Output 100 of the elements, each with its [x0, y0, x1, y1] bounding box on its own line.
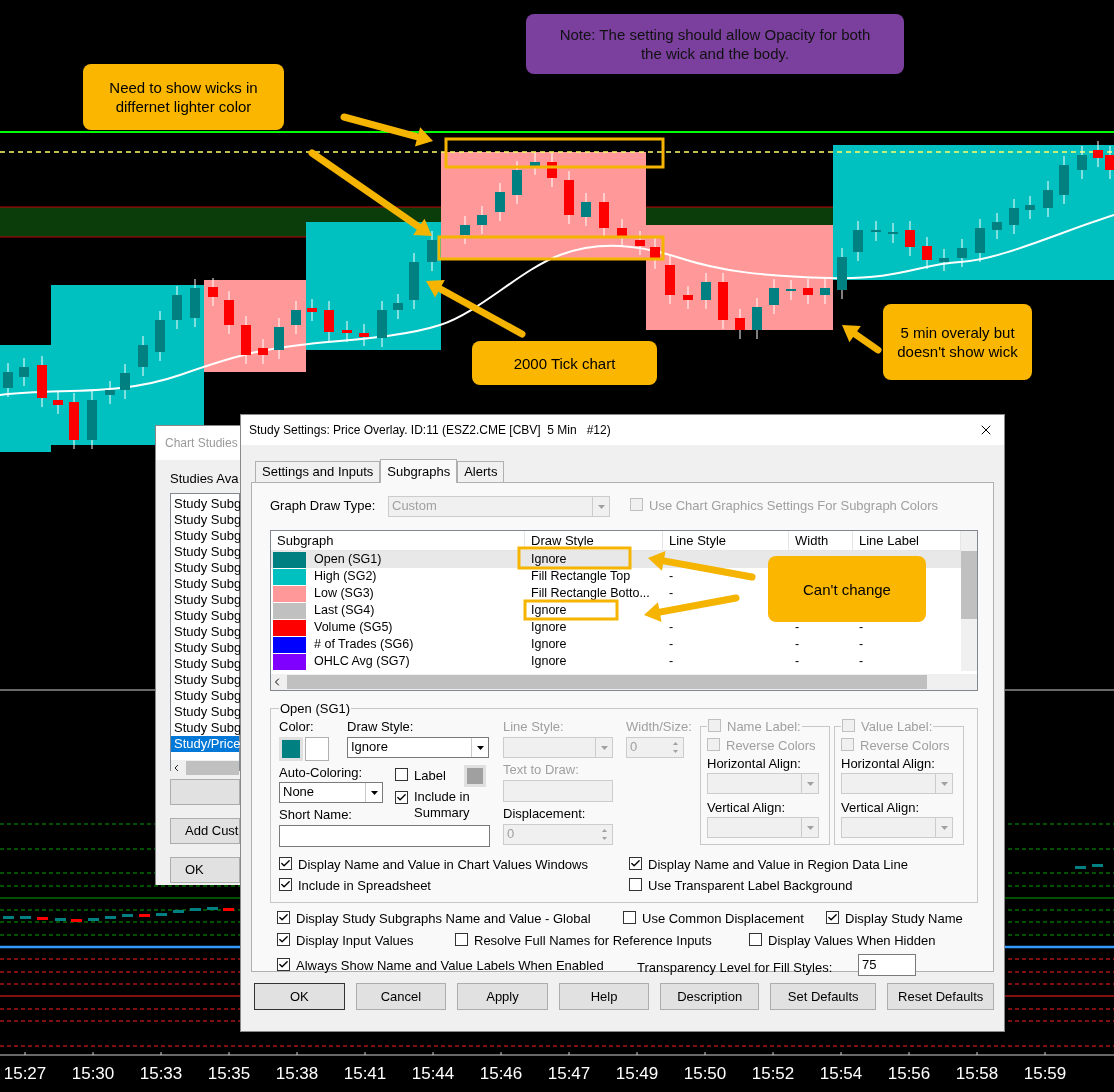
- field-label: Displacement:: [503, 805, 587, 822]
- dropdown[interactable]: Ignore: [347, 736, 489, 758]
- checkbox-label: Resolve Full Names for Reference Inputs: [474, 932, 712, 950]
- axis-label: 15:50: [682, 1063, 728, 1086]
- checkmark-icon: [278, 934, 289, 945]
- checkbox[interactable]: [629, 856, 642, 870]
- table-cell-text: -: [669, 619, 674, 637]
- column-header[interactable]: Draw Style: [525, 531, 663, 550]
- checkbox-label: Display Name and Value in Chart Values Windows: [298, 855, 588, 874]
- button[interactable]: Cancel: [355, 983, 447, 1010]
- input-field[interactable]: [279, 824, 490, 847]
- checkbox[interactable]: [623, 910, 636, 924]
- candlestick: [1075, 866, 1086, 869]
- axis-label: 15:38: [274, 1063, 320, 1086]
- candlestick: [122, 914, 133, 917]
- scrollbar[interactable]: [271, 674, 977, 690]
- table-cell-text: Last (SG4): [314, 602, 375, 620]
- table-cell-text: Ignore: [531, 602, 567, 620]
- button[interactable]: Apply: [457, 983, 548, 1010]
- checkbox[interactable]: [277, 957, 290, 971]
- window-title: Study Settings: Price Overlay. ID:11 (ESZ2.CME [CBV] 5 Min #12): [249, 422, 611, 439]
- checkbox[interactable]: [277, 910, 290, 924]
- column-header[interactable]: Line Style: [663, 531, 789, 550]
- checkmark-icon: [827, 911, 838, 923]
- button[interactable]: Add Cust: [170, 817, 240, 844]
- table-cell-text: -: [859, 653, 864, 671]
- field-label: Width/Size:: [626, 718, 693, 735]
- button[interactable]: Description: [660, 983, 759, 1010]
- checkmark-icon: [278, 911, 289, 923]
- callout-text: Need to show wicks in differnet lighter color: [108, 78, 259, 116]
- checkbox-label: Display Input Values: [296, 932, 414, 950]
- tab[interactable]: Subgraphs: [380, 459, 458, 483]
- checkbox-label: Use Transparent Label Background: [648, 877, 853, 895]
- field-label: Short Name:: [279, 806, 353, 823]
- button[interactable]: Help: [558, 983, 650, 1010]
- field-label: Studies Ava: [169, 470, 240, 488]
- candlestick: [1092, 864, 1103, 867]
- checkbox[interactable]: [279, 878, 292, 891]
- checkbox[interactable]: [395, 790, 408, 804]
- window-title: Chart Studies: [165, 435, 238, 452]
- field-label: Vertical Align:: [707, 799, 787, 816]
- table-cell-text: High (SG2): [314, 568, 377, 586]
- table-cell-text: -: [795, 619, 800, 637]
- checkbox[interactable]: [826, 910, 839, 924]
- checkbox-label: Reverse Colors: [726, 737, 816, 755]
- input-field[interactable]: 75: [858, 954, 916, 977]
- field-label: Graph Draw Type:: [270, 497, 377, 516]
- checkbox-label: Always Show Name and Value Labels When Enabled: [296, 956, 604, 975]
- candlestick: [105, 916, 116, 919]
- button[interactable]: OK: [170, 856, 240, 883]
- checkbox-label: Name Label:: [727, 717, 801, 736]
- dropdown[interactable]: None: [279, 781, 383, 803]
- checkbox-label: Use Chart Graphics Settings For Subgraph Colors: [649, 497, 938, 516]
- checkbox-label: Reverse Colors: [860, 737, 950, 755]
- table-cell-text: -: [669, 585, 674, 603]
- column-header[interactable]: Width: [789, 531, 853, 550]
- table-cell-text: -: [669, 636, 674, 654]
- button[interactable]: Set Defaults: [769, 983, 877, 1010]
- button[interactable]: Reset Defaults: [887, 983, 994, 1010]
- field-label: Draw Style:: [347, 718, 415, 735]
- field-label: Horizontal Align:: [841, 755, 936, 772]
- table-cell-text: Volume (SG5): [314, 619, 393, 637]
- table-cell-text: Open (SG1): [314, 551, 382, 569]
- table-cell-text: -: [669, 568, 674, 586]
- field-label: Text to Draw:: [503, 761, 580, 778]
- field-label: Horizontal Align:: [707, 755, 802, 772]
- checkbox[interactable]: [395, 767, 408, 781]
- checkmark-icon: [280, 879, 291, 890]
- candlestick: [71, 919, 82, 922]
- checkbox[interactable]: [749, 933, 762, 946]
- field-label: Color:: [279, 718, 315, 735]
- checkbox-label: Label: [414, 766, 446, 785]
- checkbox[interactable]: [279, 856, 292, 870]
- checkbox[interactable]: [277, 933, 290, 946]
- column-header[interactable]: Subgraph: [271, 531, 525, 550]
- axis-label: 15:52: [750, 1063, 796, 1086]
- color-swatch[interactable]: [305, 736, 329, 761]
- field-label: Vertical Align:: [841, 799, 921, 816]
- callout-text: Note: The setting should allow Opacity for both the wick and the body.: [558, 25, 872, 63]
- checkbox-label: Display Study Subgraphs Name and Value - Global: [296, 909, 591, 928]
- tab[interactable]: Settings and Inputs: [255, 461, 381, 482]
- table-cell-text: Fill Rectangle Top: [531, 568, 631, 586]
- tab[interactable]: Alerts: [457, 461, 505, 482]
- candlestick: [139, 914, 150, 917]
- field-label: Line Style:: [503, 718, 565, 735]
- table-cell-text: # of Trades (SG6): [314, 636, 414, 654]
- checkbox[interactable]: [455, 933, 468, 946]
- table-cell-text: -: [795, 653, 800, 671]
- candlestick: [173, 910, 184, 913]
- button[interactable]: OK: [254, 983, 345, 1010]
- callout-text: 5 min overaly but doesn't show wick: [896, 323, 1019, 361]
- axis-label: 15:46: [478, 1063, 524, 1086]
- candlestick: [190, 908, 201, 911]
- table-cell-text: -: [669, 653, 674, 671]
- table-cell-text: Low (SG3): [314, 585, 374, 603]
- field-label: Auto-Coloring:: [279, 764, 364, 781]
- scrollbar[interactable]: [171, 759, 239, 776]
- table-cell-text: OHLC Avg (SG7): [314, 653, 410, 671]
- checkbox[interactable]: [629, 878, 642, 891]
- scrollbar[interactable]: [961, 531, 977, 671]
